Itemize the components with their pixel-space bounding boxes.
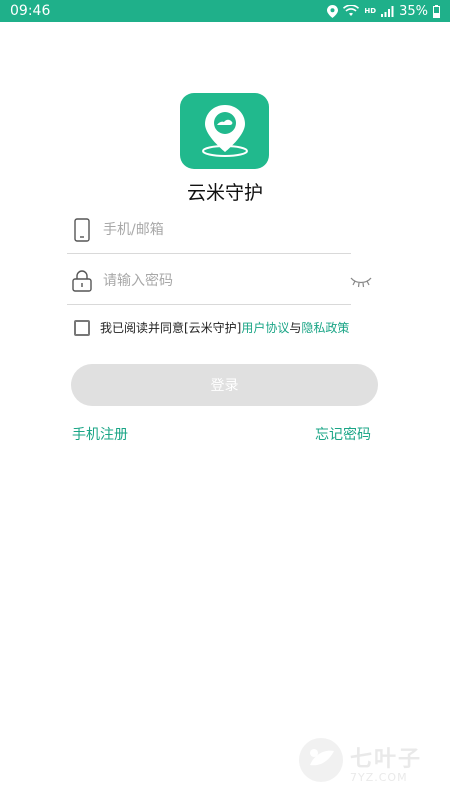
password-input[interactable]	[101, 272, 325, 290]
agreement-checkbox[interactable]	[74, 319, 90, 336]
login-button[interactable]: 登录	[71, 364, 378, 406]
agreement-row: 我已阅读并同意[云米守护] 用户协议 与 隐私政策	[74, 319, 349, 336]
wifi-icon	[343, 5, 360, 17]
privacy-policy-link[interactable]: 隐私政策	[301, 319, 349, 336]
status-time: 09:46	[10, 3, 51, 19]
phone-field-row	[67, 207, 351, 254]
signal-icon	[381, 5, 394, 17]
phone-icon	[69, 218, 95, 242]
status-icons: HD 35%	[327, 4, 440, 19]
password-field-row	[67, 258, 351, 305]
user-agreement-link[interactable]: 用户协议	[241, 319, 289, 336]
eye-closed-icon[interactable]	[350, 273, 372, 289]
watermark-cn: 七叶子	[350, 746, 423, 772]
location-icon	[327, 4, 339, 18]
agreement-and: 与	[289, 321, 302, 335]
app-logo	[180, 93, 269, 169]
leaf-logo-icon	[296, 735, 346, 789]
phone-input[interactable]	[101, 221, 325, 239]
status-bar: 09:46 HD 35%	[0, 0, 450, 22]
battery-percent: 35%	[399, 3, 428, 19]
watermark-en: 7YZ.COM	[350, 770, 408, 784]
battery-icon	[433, 4, 440, 18]
forgot-password-link[interactable]: 忘记密码	[315, 424, 371, 444]
location-pin-icon	[201, 105, 248, 157]
agreement-text: 我已阅读并同意[云米守护]	[100, 321, 242, 335]
register-link[interactable]: 手机注册	[72, 424, 128, 444]
app-name: 云米守护	[186, 182, 263, 204]
lock-icon	[69, 270, 95, 292]
watermark: 七叶子 7YZ.COM	[296, 735, 422, 789]
network-label: HD	[364, 7, 377, 15]
